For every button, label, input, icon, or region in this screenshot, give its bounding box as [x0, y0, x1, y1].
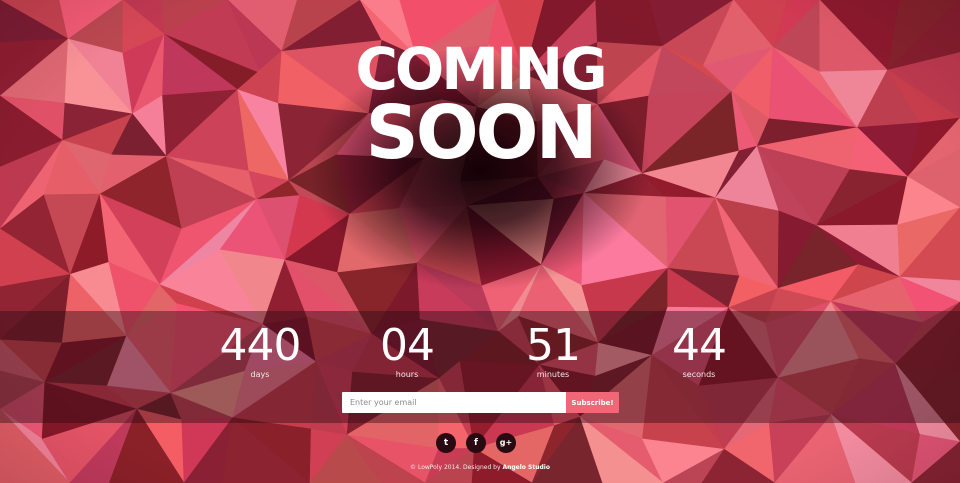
seconds-label: seconds	[682, 370, 716, 379]
days-value: 440	[219, 320, 302, 371]
coming-soon-logo: COMING SOON	[340, 40, 620, 170]
google-plus-icon[interactable]: g+	[496, 433, 516, 453]
days-label: days	[250, 370, 270, 379]
hours-label: hours	[395, 370, 419, 379]
footer-credits: © LowPoly 2014. Designed by Angelo Studi…	[330, 464, 630, 471]
minutes-label: minutes	[536, 370, 570, 379]
countdown-days: 440 days	[200, 322, 320, 380]
logo-line-2: SOON	[365, 90, 597, 176]
coming-soon-page: COMING SOON 440 days 04 hours 51 minutes…	[0, 0, 960, 483]
minutes-value: 51	[526, 320, 581, 371]
twitter-icon[interactable]: t	[436, 433, 456, 453]
footer-studio-link[interactable]: Angelo Studio	[502, 464, 549, 471]
countdown-minutes: 51 minutes	[493, 322, 613, 380]
facebook-icon[interactable]: f	[466, 433, 486, 453]
footer-copyright: © LowPoly 2014. Designed by	[410, 464, 503, 471]
hours-value: 04	[380, 320, 435, 371]
subscribe-form: Subscribe!	[342, 392, 619, 413]
countdown-seconds: 44 seconds	[639, 322, 759, 380]
countdown-hours: 04 hours	[347, 322, 467, 380]
seconds-value: 44	[672, 320, 727, 371]
email-input[interactable]	[342, 392, 566, 413]
subscribe-button[interactable]: Subscribe!	[566, 392, 619, 413]
